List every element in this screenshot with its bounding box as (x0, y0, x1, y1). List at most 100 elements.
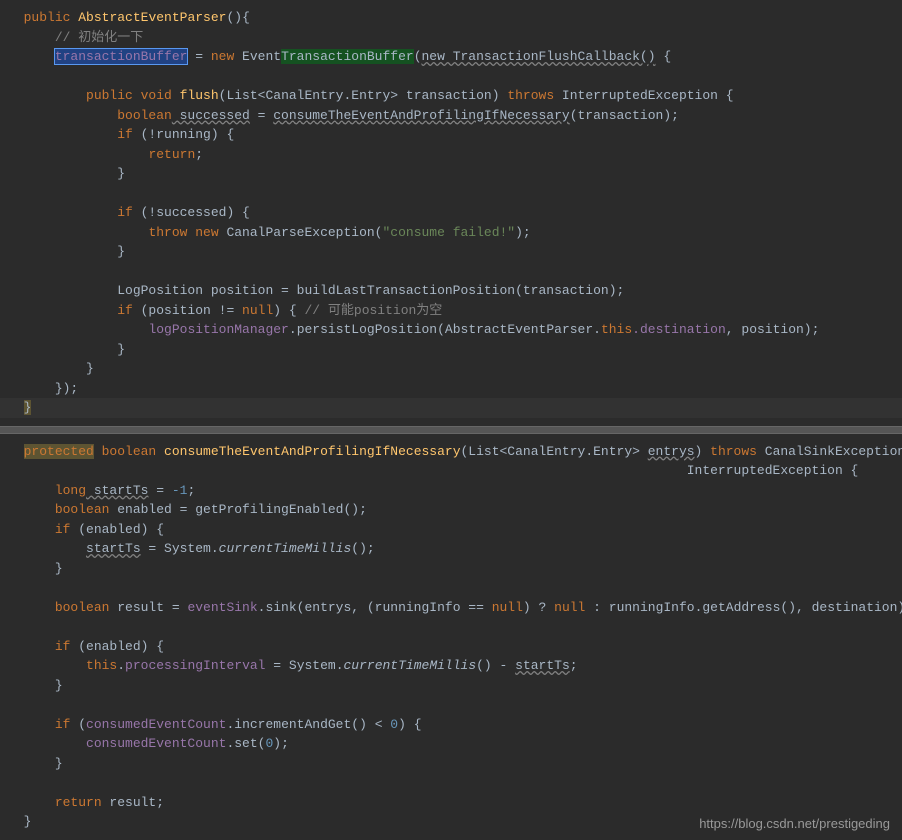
keyword-null: null (492, 600, 523, 615)
code-line-empty[interactable] (0, 262, 902, 282)
code-line[interactable]: if (enabled) { (0, 637, 902, 657)
pane-divider[interactable] (0, 426, 902, 434)
code-line[interactable]: boolean result = eventSink.sink(entrys, … (0, 598, 902, 618)
keyword-this: this (601, 322, 632, 337)
code-line[interactable]: if (position != null) { // 可能position为空 (0, 301, 902, 321)
code-line-empty[interactable] (0, 184, 902, 204)
code-line[interactable]: transactionBuffer = new EventTransaction… (0, 47, 902, 67)
method: persistLogPosition (297, 322, 437, 337)
code-line[interactable]: consumedEventCount.set(0); (0, 734, 902, 754)
method-name: consumeTheEventAndProfilingIfNecessary (156, 444, 460, 459)
code-line[interactable]: throw new CanalParseException("consume f… (0, 223, 902, 243)
code-line[interactable]: boolean successed = consumeTheEventAndPr… (0, 106, 902, 126)
code-line[interactable]: InterruptedException { (0, 461, 902, 481)
brace: { (656, 49, 672, 64)
keyword-if: if (55, 639, 71, 654)
code-block-2: protected boolean consumeTheEventAndProf… (0, 434, 902, 840)
keyword-null: null (554, 600, 585, 615)
cond: (!running) { (133, 127, 234, 142)
keyword-return: return (55, 795, 102, 810)
code-line-empty[interactable] (0, 617, 902, 637)
code-line[interactable]: if (!running) { (0, 125, 902, 145)
close: }); (55, 381, 78, 396)
keyword-public: public (86, 88, 133, 103)
rest: .sink(entrys, (runningInfo == (258, 600, 492, 615)
code-line[interactable]: public void flush(List<CanalEntry.Entry>… (0, 86, 902, 106)
code-line[interactable]: } (0, 359, 902, 379)
var: startTs (86, 541, 141, 556)
code-line[interactable]: public AbstractEventParser(){ (0, 8, 902, 28)
dot: . (117, 658, 125, 673)
code-line-highlighted[interactable]: } (0, 398, 902, 418)
keyword-if: if (55, 522, 71, 537)
code-line-empty[interactable] (0, 695, 902, 715)
code-line[interactable]: return; (0, 145, 902, 165)
method-name: AbstractEventParser (78, 10, 226, 25)
code-line[interactable]: } (0, 164, 902, 184)
paren: ( (414, 49, 422, 64)
keyword-null: null (242, 303, 273, 318)
code-line[interactable]: long startTs = -1; (0, 481, 902, 501)
code-line[interactable]: } (0, 242, 902, 262)
code-line[interactable]: } (0, 676, 902, 696)
semi: ; (187, 483, 195, 498)
field-highlight: transactionBuffer (55, 49, 188, 64)
exc: InterruptedException { (554, 88, 733, 103)
type: Event (234, 49, 281, 64)
static-method: currentTimeMillis (344, 658, 477, 673)
comment: // 初始化一下 (55, 30, 143, 45)
keyword-if: if (55, 717, 71, 732)
code-line[interactable]: } (0, 559, 902, 579)
keyword-boolean: boolean (55, 600, 110, 615)
watermark: https://blog.csdn.net/prestigeding (699, 814, 890, 834)
keyword-if: if (117, 127, 133, 142)
code-line-empty[interactable] (0, 67, 902, 87)
inner-new: new TransactionFlushCallback() (422, 49, 656, 64)
eq: = (148, 483, 171, 498)
code-line[interactable]: if (consumedEventCount.incrementAndGet()… (0, 715, 902, 735)
keyword-long: long (55, 483, 86, 498)
eq: = System. (265, 658, 343, 673)
code-line[interactable]: LogPosition position = buildLastTransact… (0, 281, 902, 301)
close-highlight: } (24, 400, 32, 415)
close: } (86, 361, 94, 376)
code-line-empty[interactable] (0, 773, 902, 793)
field: eventSink (187, 600, 257, 615)
code-line[interactable]: startTs = System.currentTimeMillis(); (0, 539, 902, 559)
dot: . (289, 322, 297, 337)
code-line[interactable]: } (0, 754, 902, 774)
code-line[interactable]: protected boolean consumeTheEventAndProf… (0, 442, 902, 462)
keyword-public: public (24, 10, 71, 25)
close: } (117, 166, 125, 181)
code-line[interactable]: } (0, 340, 902, 360)
eq: = System. (141, 541, 219, 556)
pos: , position); (726, 322, 820, 337)
code-line[interactable]: if (!successed) { (0, 203, 902, 223)
code-line[interactable]: this.processingInterval = System.current… (0, 656, 902, 676)
code-line[interactable]: // 初始化一下 (0, 28, 902, 48)
number: 0 (390, 717, 398, 732)
cond: (position != (133, 303, 242, 318)
eq: = (187, 49, 210, 64)
code-line[interactable]: logPositionManager.persistLogPosition(Ab… (0, 320, 902, 340)
keyword-throws: throws (710, 444, 757, 459)
rest: result = (109, 600, 187, 615)
field: consumedEventCount (86, 717, 226, 732)
brace: { (242, 10, 250, 25)
keyword-return: return (148, 147, 195, 162)
end: ); (273, 736, 289, 751)
keyword-throw: throw new (148, 225, 218, 240)
rest: ) ? (523, 600, 554, 615)
type: CanalParseException( (219, 225, 383, 240)
keyword-protected: protected (24, 444, 94, 459)
code-line[interactable]: if (enabled) { (0, 520, 902, 540)
rest: () - (476, 658, 515, 673)
code-line-empty[interactable] (0, 578, 902, 598)
code-line[interactable]: return result; (0, 793, 902, 813)
code-line[interactable]: boolean enabled = getProfilingEnabled(); (0, 500, 902, 520)
comment: // 可能position为空 (304, 303, 442, 318)
code-line[interactable]: }); (0, 379, 902, 399)
field: processingInterval (125, 658, 265, 673)
args: (AbstractEventParser. (437, 322, 601, 337)
code-block-1: public AbstractEventParser(){ // 初始化一下 t… (0, 0, 902, 426)
